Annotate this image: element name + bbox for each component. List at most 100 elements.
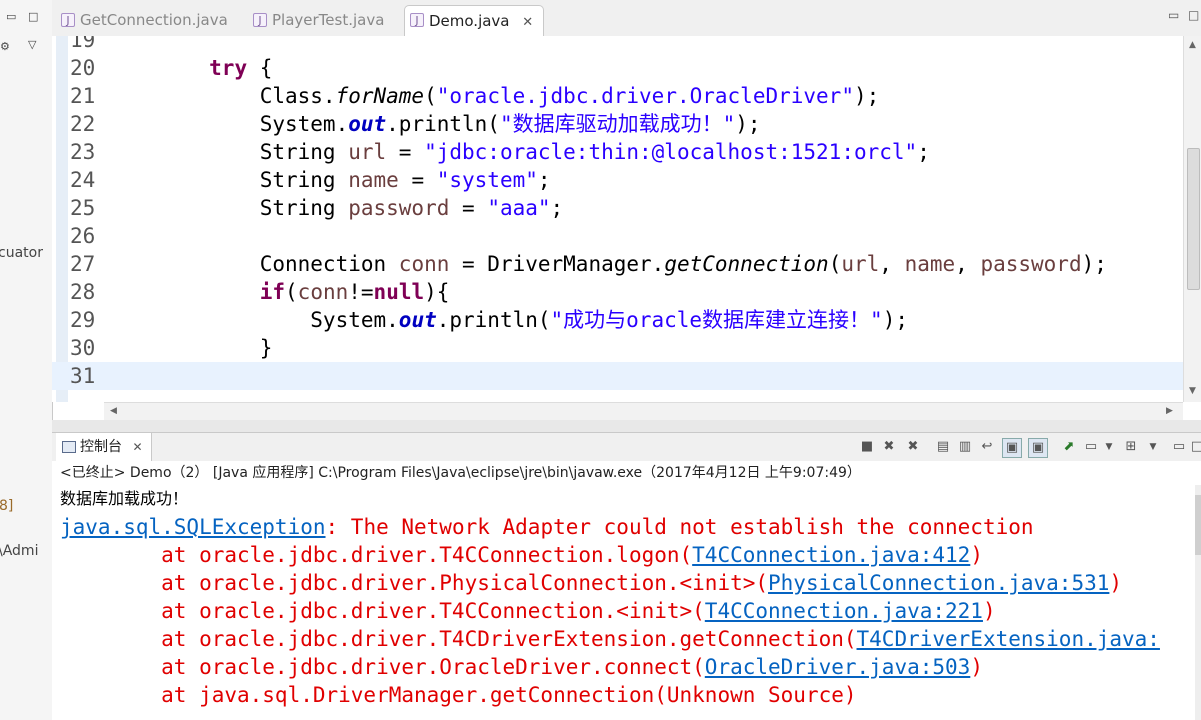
code-line[interactable]: 28 if(conn!=null){ — [52, 278, 1183, 306]
open-console-dropdown-icon[interactable]: ▼ — [1144, 438, 1162, 456]
display-console-icon[interactable]: ▭ — [1082, 438, 1100, 456]
editor-vertical-scrollbar[interactable]: ▲ ▼ — [1183, 36, 1201, 402]
code-line[interactable]: 27 Connection conn = DriverManager.getCo… — [52, 250, 1183, 278]
stack-frame-suffix: ) — [970, 655, 983, 679]
close-console-icon[interactable]: ✕ — [132, 440, 142, 454]
editor-tab-bar: J GetConnection.java J PlayerTest.java J… — [52, 0, 1201, 37]
line-number: 31 — [70, 364, 96, 388]
scroll-up-icon[interactable]: ▲ — [1189, 40, 1196, 50]
line-number: 26 — [70, 224, 96, 248]
console-tab-label: 控制台 — [80, 439, 122, 455]
clipped-view-label-3: \Admi — [0, 543, 39, 559]
code-text: System.out.println("数据库驱动加载成功！"); — [108, 112, 761, 136]
code-line[interactable]: 31 — [52, 362, 1183, 390]
stack-frame-suffix: ) — [970, 543, 983, 567]
source-link[interactable]: PhysicalConnection.java:531 — [768, 571, 1109, 595]
editor-scroll-thumb[interactable] — [1187, 148, 1200, 290]
stack-trace-line: at oracle.jdbc.driver.T4CConnection.logo… — [60, 541, 983, 569]
stack-trace-line: at java.sql.DriverManager.getConnection(… — [60, 681, 856, 709]
code-line[interactable]: 25 String password = "aaa"; — [52, 194, 1183, 222]
console-output[interactable]: 数据库加载成功！ java.sql.SQLException: The Netw… — [52, 485, 1195, 720]
code-text: Connection conn = DriverManager.getConne… — [108, 252, 1107, 276]
maximize-icon[interactable]: □ — [28, 10, 38, 23]
show-on-stdout-icon[interactable]: ▣ — [1002, 438, 1022, 458]
source-link[interactable]: T4CConnection.java:412 — [692, 543, 970, 567]
tab-getconnection[interactable]: J GetConnection.java — [56, 6, 228, 34]
clear-console-icon[interactable]: ▤ — [934, 438, 952, 456]
remove-launch-icon[interactable]: ✖ — [880, 438, 898, 456]
code-line[interactable]: 19 — [52, 36, 1183, 54]
code-text: System.out.println("成功与oracle数据库建立连接！"); — [108, 308, 908, 332]
source-link[interactable]: OracleDriver.java:503 — [705, 655, 971, 679]
source-link[interactable]: T4CDriverExtension.java: — [857, 627, 1160, 651]
scroll-lock-icon[interactable]: ▥ — [956, 438, 974, 456]
code-text: String url = "jdbc:oracle:thin:@localhos… — [108, 140, 930, 164]
tab-label: GetConnection.java — [80, 11, 228, 29]
tab-playertest[interactable]: J PlayerTest.java — [248, 6, 384, 34]
stack-trace-line: at oracle.jdbc.driver.T4CDriverExtension… — [60, 625, 1160, 653]
java-file-icon: J — [253, 13, 267, 27]
clipped-view-label-2: 8] — [0, 498, 14, 514]
link-icon[interactable]: ⚙ — [0, 40, 10, 53]
stack-frame-text: at oracle.jdbc.driver.OracleDriver.conne… — [60, 655, 705, 679]
code-line[interactable]: 21 Class.forName("oracle.jdbc.driver.Ora… — [52, 82, 1183, 110]
minimize-icon[interactable]: ▭ — [6, 10, 16, 23]
open-console-icon[interactable]: ⊞ — [1122, 438, 1140, 456]
exception-link[interactable]: java.sql.SQLException — [60, 515, 326, 539]
stack-trace-line: at oracle.jdbc.driver.PhysicalConnection… — [60, 569, 1122, 597]
stack-frame-text: at oracle.jdbc.driver.T4CDriverExtension… — [60, 627, 857, 651]
code-text: String password = "aaa"; — [108, 196, 564, 220]
show-on-stderr-icon[interactable]: ▣ — [1028, 438, 1048, 458]
exception-line: java.sql.SQLException: The Network Adapt… — [60, 513, 1034, 541]
terminate-icon[interactable]: ■ — [858, 438, 876, 456]
console-icon — [62, 441, 76, 453]
panel-divider[interactable] — [52, 420, 1201, 432]
scroll-down-icon[interactable]: ▼ — [1189, 386, 1196, 396]
display-console-dropdown-icon[interactable]: ▼ — [1100, 438, 1118, 456]
tab-demo[interactable]: J Demo.java ✕ — [404, 5, 545, 37]
java-file-icon: J — [61, 13, 75, 27]
tab-label: Demo.java — [429, 12, 510, 30]
stack-frame-suffix: ) — [982, 599, 996, 623]
code-line[interactable]: 26 — [52, 222, 1183, 250]
code-text: String name = "system"; — [108, 168, 551, 192]
stack-trace-line: at oracle.jdbc.driver.OracleDriver.conne… — [60, 653, 983, 681]
close-tab-icon[interactable]: ✕ — [522, 15, 533, 30]
code-line[interactable]: 29 System.out.println("成功与oracle数据库建立连接！… — [52, 306, 1183, 334]
stack-frame-text: at oracle.jdbc.driver.PhysicalConnection… — [60, 571, 769, 595]
scroll-left-icon[interactable]: ◀ — [110, 406, 117, 416]
code-line[interactable]: 22 System.out.println("数据库驱动加载成功！"); — [52, 110, 1183, 138]
stack-frame-suffix: ) — [1109, 571, 1123, 595]
minimize-editor-icon[interactable]: ▭ — [1168, 8, 1179, 22]
line-number: 19 — [70, 36, 96, 52]
code-text: try { — [209, 56, 273, 80]
remove-all-launches-icon[interactable]: ✖ — [904, 438, 922, 456]
editor-horizontal-scrollbar[interactable]: ◀ ▶ — [104, 402, 1183, 421]
pin-console-icon[interactable]: ⬈ — [1060, 438, 1078, 456]
tab-console[interactable]: 控制台 ✕ — [56, 433, 152, 461]
code-line[interactable]: 30 } — [52, 334, 1183, 362]
console-status-line: <已终止> Demo（2） [Java 应用程序] C:\Program Fil… — [52, 461, 1201, 485]
code-line[interactable]: 20 try { — [52, 54, 1183, 82]
chevron-down-icon[interactable]: ▽ — [28, 38, 36, 51]
minimize-console-icon[interactable]: ▭ — [1170, 438, 1188, 456]
console-toolbar: 控制台 ✕ ■ ✖ ✖ ▤ ▥ ↩ ▣ ▣ ⬈ ▭ ▼ ⊞ ▼ ▭ □ — [52, 432, 1201, 462]
scroll-right-icon[interactable]: ▶ — [1166, 406, 1173, 416]
word-wrap-icon[interactable]: ↩ — [978, 438, 996, 456]
stack-frame-text: at oracle.jdbc.driver.T4CConnection.logo… — [60, 543, 693, 567]
code-editor[interactable]: 19 20 try {21 Class.forName("oracle.jdbc.… — [52, 36, 1183, 402]
console-scroll-thumb[interactable] — [1195, 495, 1201, 555]
code-text: Class.forName("oracle.jdbc.driver.Oracle… — [108, 84, 880, 108]
code-line[interactable]: 24 String name = "system"; — [52, 166, 1183, 194]
left-side-panel: ▭ □ ⚙ ▽ cuator 8] \Admi — [0, 0, 53, 720]
stack-trace-line: at oracle.jdbc.driver.T4CConnection.<ini… — [60, 597, 996, 625]
maximize-editor-icon[interactable]: □ — [1188, 8, 1199, 22]
code-line[interactable]: 23 String url = "jdbc:oracle:thin:@local… — [52, 138, 1183, 166]
console-output-line: 数据库加载成功！ — [60, 489, 189, 508]
maximize-console-icon[interactable]: □ — [1188, 438, 1201, 456]
source-link[interactable]: T4CConnection.java:221 — [705, 599, 983, 623]
tab-label: PlayerTest.java — [272, 11, 385, 29]
code-text: } — [108, 336, 273, 360]
clipped-view-label-1: cuator — [0, 245, 43, 261]
console-vertical-scrollbar[interactable] — [1195, 485, 1201, 720]
